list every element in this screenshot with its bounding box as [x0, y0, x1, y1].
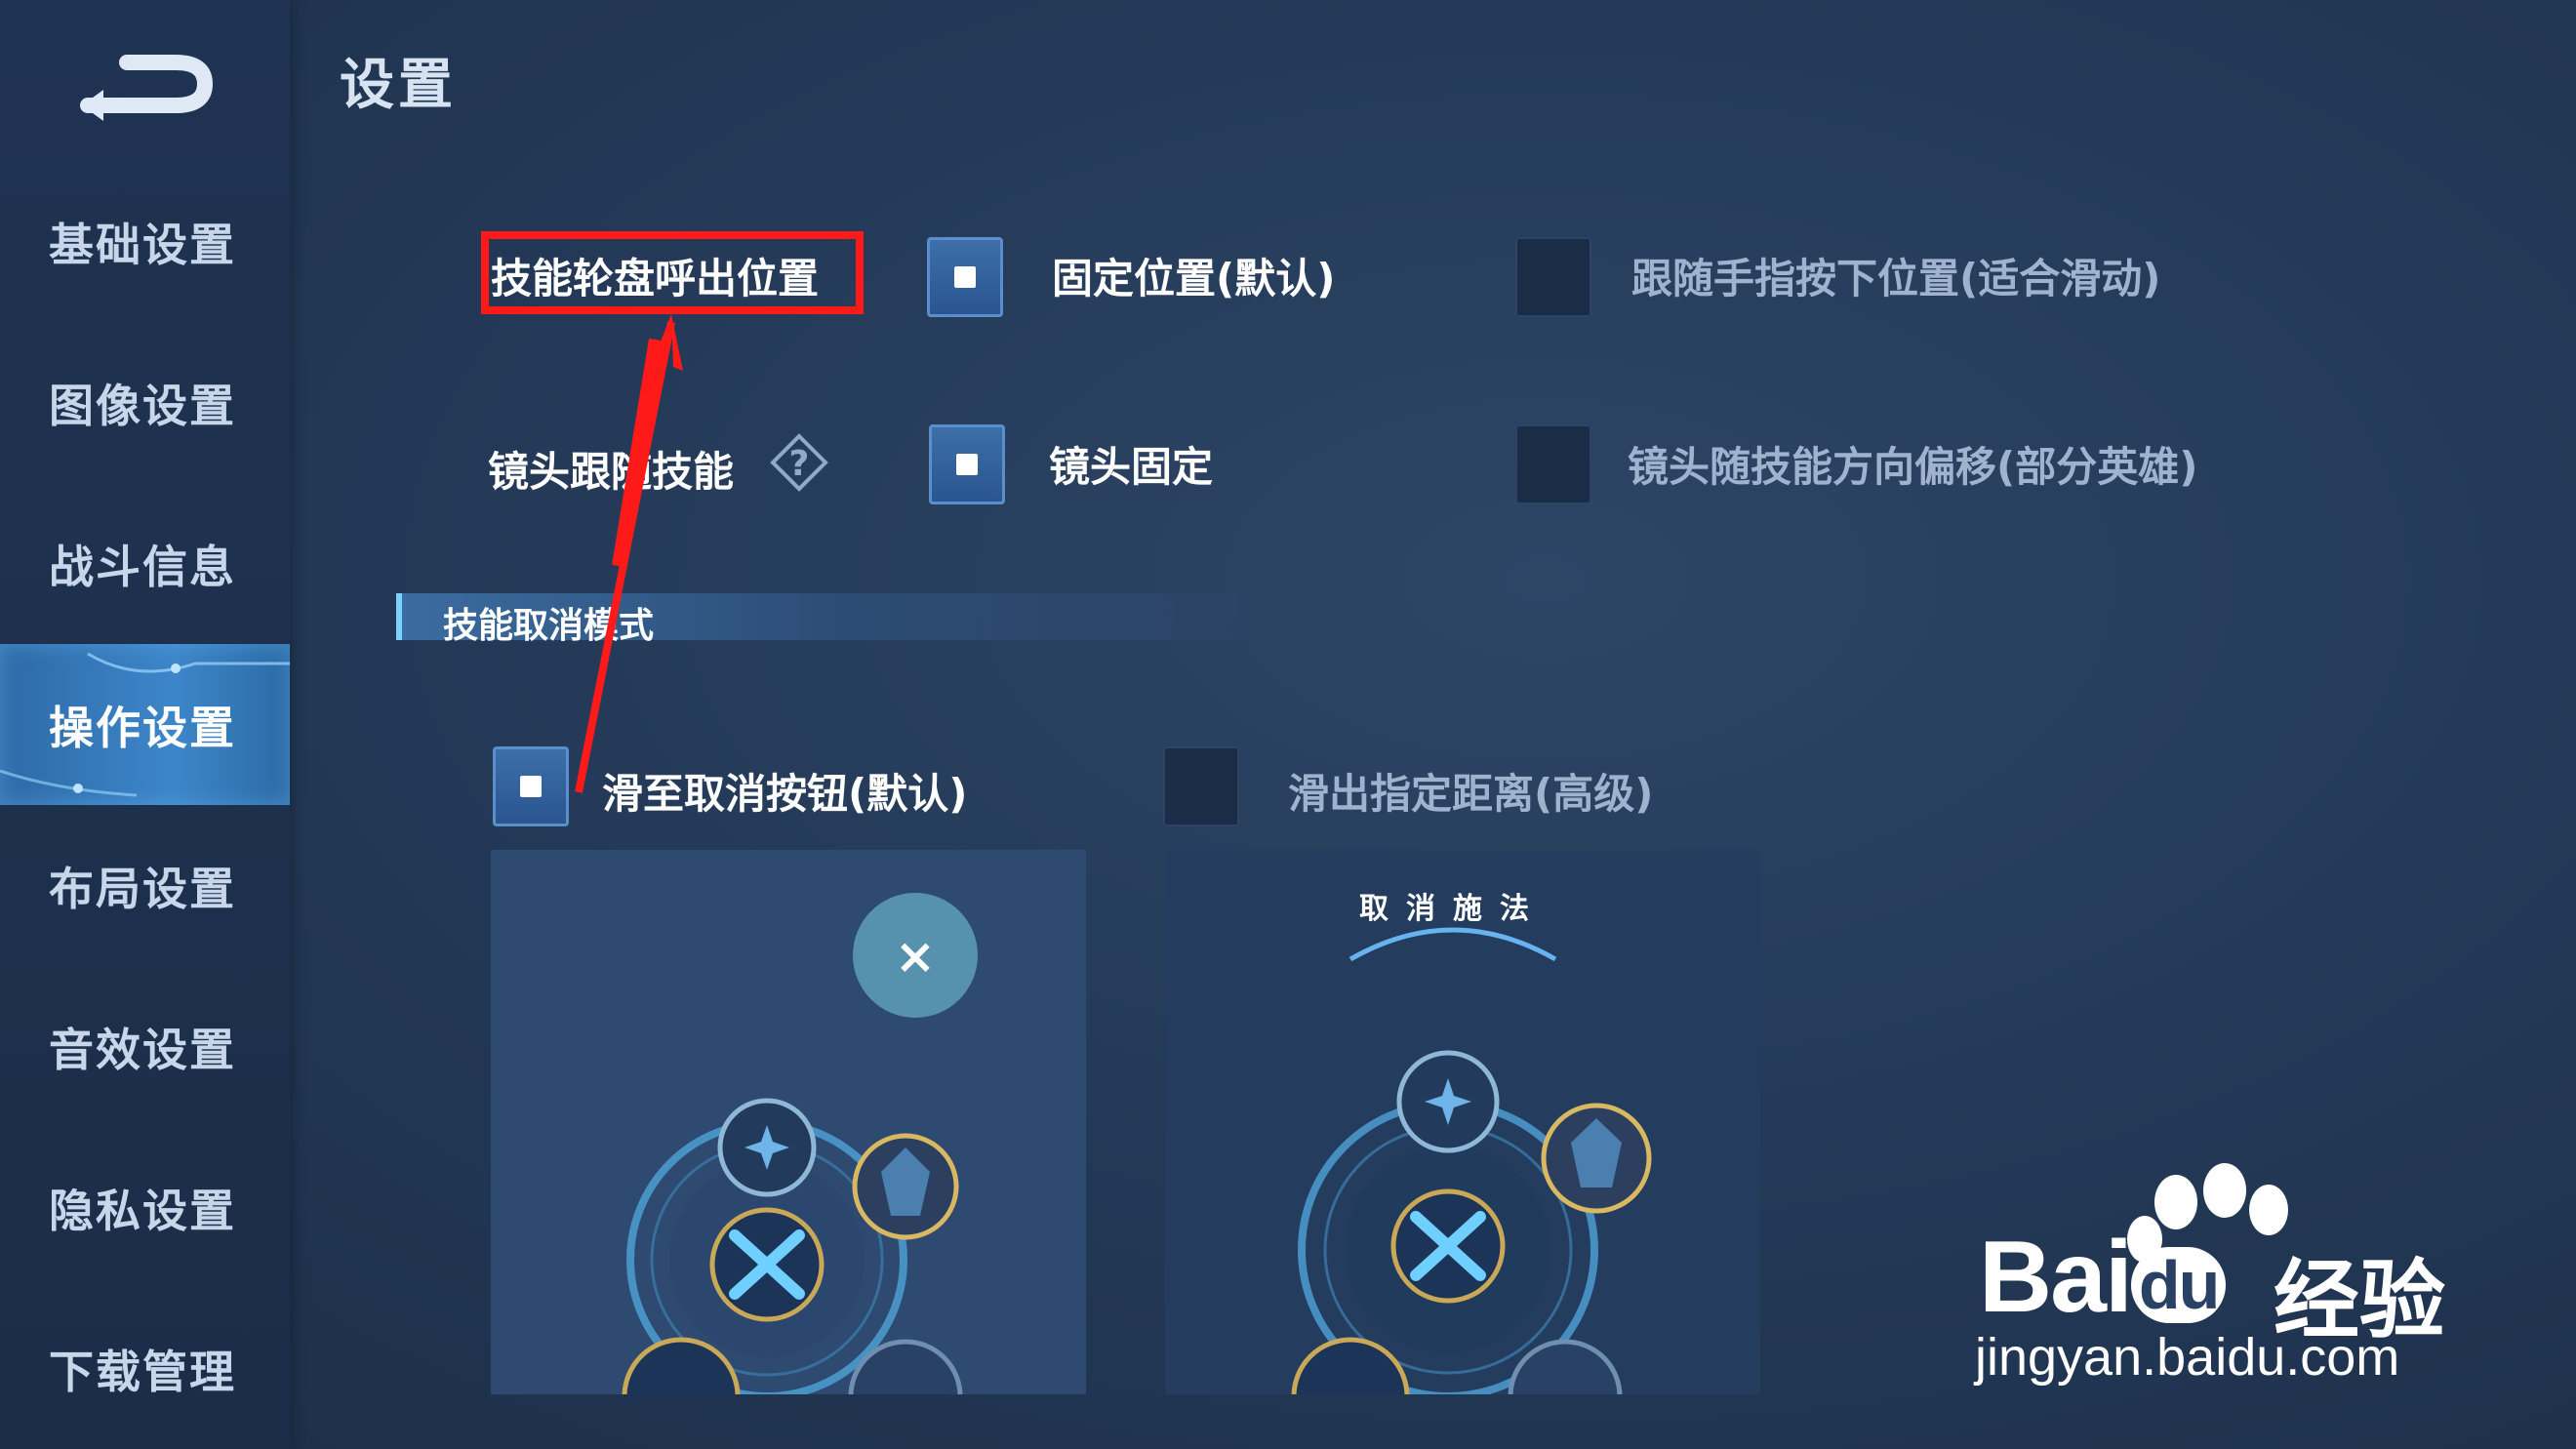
baidu-logo-text: Bai du [1979, 1220, 2227, 1336]
watermark-url: jingyan.baidu.com [1975, 1328, 2400, 1387]
